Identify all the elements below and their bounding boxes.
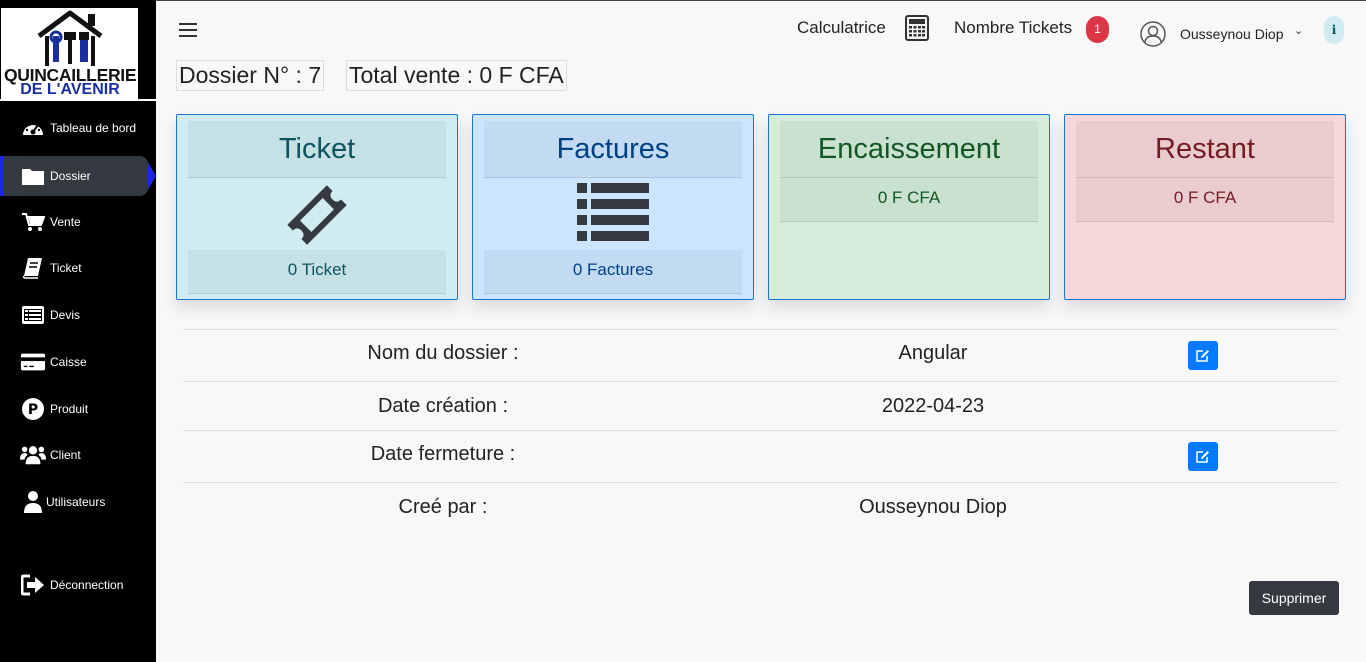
sign-out-icon xyxy=(20,573,46,597)
ticket-icon xyxy=(177,179,457,256)
sidebar-item-label: Produit xyxy=(50,402,89,416)
detail-row-closed: Date fermeture : xyxy=(183,430,1338,482)
edit-icon xyxy=(1196,451,1209,463)
sidebar-item-devis[interactable]: Devis xyxy=(0,295,156,335)
card-title: Restant xyxy=(1076,121,1334,178)
credit-card-icon xyxy=(20,350,46,374)
encaissement-amount: 0 F CFA xyxy=(780,178,1038,222)
sidebar-item-label: Devis xyxy=(50,308,81,322)
calculator-link[interactable]: Calculatrice xyxy=(797,18,886,38)
restant-amount: 0 F CFA xyxy=(1076,178,1334,222)
detail-label: Date création : xyxy=(377,395,509,417)
user-avatar-icon[interactable] xyxy=(1140,21,1166,47)
book-icon xyxy=(20,256,46,280)
tickets-count-label[interactable]: Nombre Tickets xyxy=(954,18,1072,38)
active-arrow xyxy=(148,162,156,190)
detail-value: Angular xyxy=(898,342,968,364)
folder-icon xyxy=(20,164,46,188)
sidebar-item-label: Utilisateurs xyxy=(46,495,106,509)
chevron-down-icon[interactable]: ⌄ xyxy=(1294,24,1303,37)
card-title: Factures xyxy=(484,121,742,178)
list-alt-icon xyxy=(20,303,46,327)
parking-icon: P xyxy=(20,397,46,421)
ticket-count: 0 Ticket xyxy=(188,250,446,294)
sidebar-item-label: Vente xyxy=(50,215,81,229)
detail-value: 2022-04-23 xyxy=(881,395,985,417)
encaissement-card[interactable]: Encaissement 0 F CFA xyxy=(768,114,1050,300)
logout-label: Déconnection xyxy=(50,578,124,592)
dashboard-icon xyxy=(20,116,46,140)
detail-label: Date fermeture : xyxy=(370,443,516,465)
logout-link[interactable]: Déconnection xyxy=(0,565,156,605)
ticket-card[interactable]: Ticket 0 Ticket xyxy=(176,114,458,300)
logo-subtitle: DE L'AVENIR xyxy=(20,81,120,98)
topbar: Calculatrice Nombre Tickets 1 Ousseynou … xyxy=(156,0,1366,59)
detail-row-author: Creé par : Ousseynou Diop xyxy=(183,482,1338,533)
users-icon xyxy=(20,443,46,467)
cart-icon xyxy=(20,210,46,234)
logo-divider xyxy=(0,99,156,101)
user-icon xyxy=(20,490,46,514)
info-icon[interactable]: i xyxy=(1324,16,1344,44)
sidebar-item-label: Tableau de bord xyxy=(50,121,137,135)
menu-toggle-icon[interactable] xyxy=(179,23,197,37)
dossier-number: Dossier N° : 7 xyxy=(176,60,325,91)
detail-label: Nom du dossier : xyxy=(367,342,519,364)
total-sales: Total vente : 0 F CFA xyxy=(346,60,567,91)
sidebar-item-label: Ticket xyxy=(50,261,82,275)
detail-value: Ousseynou Diop xyxy=(859,496,1007,518)
card-title: Ticket xyxy=(188,121,446,178)
sidebar-item-label: Client xyxy=(50,448,81,462)
sidebar-item-utilisateurs[interactable]: Utilisateurs xyxy=(0,482,156,522)
factures-card[interactable]: Factures 0 Factures xyxy=(472,114,754,300)
sidebar-item-vente[interactable]: Vente xyxy=(0,202,156,242)
sidebar-item-label: Caisse xyxy=(50,355,87,369)
sidebar-item-ticket[interactable]: Ticket xyxy=(0,248,156,288)
list-icon xyxy=(473,179,753,248)
card-title: Encaissement xyxy=(780,121,1038,178)
sidebar-item-caisse[interactable]: Caisse xyxy=(0,342,156,382)
detail-row-created: Date création : 2022-04-23 xyxy=(183,381,1338,430)
sidebar-item-client[interactable]: Client xyxy=(0,435,156,475)
sidebar: QUINCAILLERIE DE L'AVENIR Tableau de bor… xyxy=(0,0,156,662)
delete-button[interactable]: Supprimer xyxy=(1249,581,1339,615)
svg-text:P: P xyxy=(28,402,38,418)
detail-row-name: Nom du dossier : Angular xyxy=(183,329,1338,381)
user-menu[interactable]: Ousseynou Diop xyxy=(1180,26,1284,42)
edit-icon xyxy=(1196,350,1209,362)
sidebar-item-label: Dossier xyxy=(50,169,91,183)
sidebar-item-produit[interactable]: P Produit xyxy=(0,389,156,429)
sidebar-item-dossier[interactable]: Dossier xyxy=(4,156,148,196)
sidebar-item-tableau-de-bord[interactable]: Tableau de bord xyxy=(0,108,156,148)
tickets-count-badge: 1 xyxy=(1086,16,1109,43)
factures-count: 0 Factures xyxy=(484,250,742,294)
edit-closed-date-button[interactable] xyxy=(1188,442,1218,471)
edit-name-button[interactable] xyxy=(1188,341,1218,370)
logo: QUINCAILLERIE DE L'AVENIR xyxy=(1,8,138,99)
detail-label: Creé par : xyxy=(398,496,488,518)
hardware-house-icon xyxy=(37,10,103,66)
restant-card[interactable]: Restant 0 F CFA xyxy=(1064,114,1346,300)
calculator-icon[interactable] xyxy=(905,15,929,41)
